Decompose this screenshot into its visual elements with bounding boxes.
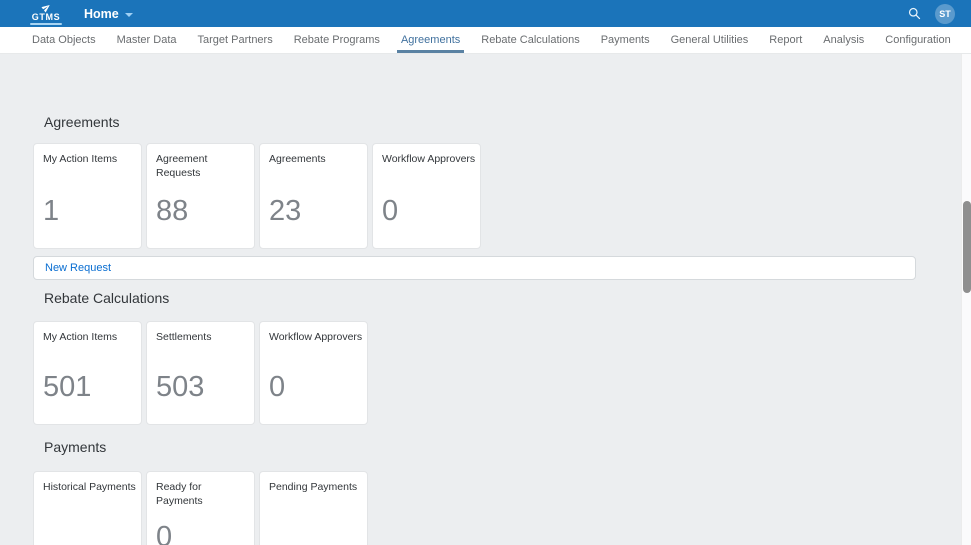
tab-target-partners[interactable]: Target Partners [198,27,273,53]
tile-label: Workflow Approvers [382,153,474,167]
tile-workflow-approvers[interactable]: Workflow Approvers 0 [372,143,481,249]
tile-value: 503 [156,373,204,402]
tab-payments[interactable]: Payments [601,27,650,53]
home-menu-label: Home [84,7,119,21]
tile-workflow-approvers[interactable]: Workflow Approvers 0 [259,321,368,425]
tile-value: 0 [269,373,285,402]
app-logo: GTMS [30,3,62,25]
tile-label: Pending Payments [269,481,361,495]
tile-value: 23 [269,197,301,226]
tile-label: Historical Payments [43,481,135,495]
section-title-agreements: Agreements [44,114,119,130]
tile-my-action-items[interactable]: My Action Items 501 [33,321,142,425]
tile-row-agreements: My Action Items 1 Agreement Requests 88 … [33,143,481,249]
tab-bar: Data Objects Master Data Target Partners… [0,27,971,54]
page-content: Agreements My Action Items 1 Agreement R… [0,54,971,545]
scrollbar-thumb[interactable] [963,201,971,293]
home-menu[interactable]: Home [84,7,133,21]
tile-label: Settlements [156,331,248,345]
tile-label: Workflow Approvers [269,331,361,345]
chevron-down-icon [125,13,133,17]
tile-value: 1 [43,197,59,226]
avatar-initials: ST [939,9,951,19]
tile-label: Ready for Payments [156,481,214,508]
tile-value: 0 [156,523,172,545]
tab-data-objects[interactable]: Data Objects [32,27,96,53]
vertical-scrollbar[interactable] [961,54,971,545]
tile-settlements[interactable]: Settlements 503 [146,321,255,425]
section-title-payments: Payments [44,439,106,455]
tile-value: 0 [382,197,398,226]
tile-agreements[interactable]: Agreements 23 [259,143,368,249]
tile-label: My Action Items [43,331,135,345]
tile-pending-payments[interactable]: Pending Payments [259,471,368,545]
tab-general-utilities[interactable]: General Utilities [671,27,749,53]
tile-row-rebate-calculations: My Action Items 501 Settlements 503 Work… [33,321,368,425]
tile-label: Agreement Requests [156,153,214,180]
user-avatar[interactable]: ST [935,4,955,24]
tab-rebate-programs[interactable]: Rebate Programs [294,27,380,53]
tile-value: 501 [43,373,91,402]
search-icon[interactable] [908,7,921,20]
new-request-bar: New Request [33,256,916,280]
tile-historical-payments[interactable]: Historical Payments [33,471,142,545]
new-request-link[interactable]: New Request [45,262,111,274]
tile-row-payments: Historical Payments Ready for Payments 0… [33,471,368,545]
tile-ready-for-payments[interactable]: Ready for Payments 0 [146,471,255,545]
tile-agreement-requests[interactable]: Agreement Requests 88 [146,143,255,249]
tile-label: My Action Items [43,153,135,167]
tab-master-data[interactable]: Master Data [117,27,177,53]
tab-configuration[interactable]: Configuration [885,27,950,53]
tile-value: 88 [156,197,188,226]
section-title-rebate-calculations: Rebate Calculations [44,290,169,306]
logo-underline [30,23,62,25]
tab-report[interactable]: Report [769,27,802,53]
app-logo-text: GTMS [32,13,60,22]
tile-my-action-items[interactable]: My Action Items 1 [33,143,142,249]
tile-label: Agreements [269,153,361,167]
shell-header: GTMS Home ST [0,0,971,27]
tab-rebate-calculations[interactable]: Rebate Calculations [481,27,579,53]
tab-agreements[interactable]: Agreements [401,27,460,53]
tab-analysis[interactable]: Analysis [823,27,864,53]
